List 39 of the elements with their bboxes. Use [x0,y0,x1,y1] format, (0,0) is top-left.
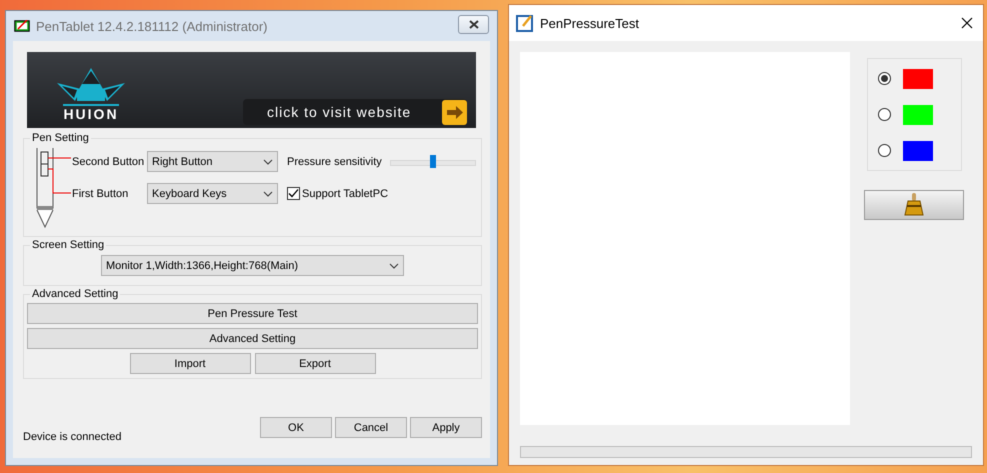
logo-text: HUION [63,107,119,121]
website-link[interactable]: click to visit website [243,99,467,125]
pressure-slider[interactable] [390,154,476,168]
dropdown[interactable]: Right Button [147,151,278,172]
dropdown[interactable]: Keyboard Keys [147,183,278,204]
radio-button[interactable] [878,144,890,157]
group-title: Advanced Setting [31,288,120,300]
radio-button[interactable] [878,108,890,121]
close-button[interactable] [458,14,489,34]
wide-button[interactable]: Advanced Setting [27,328,478,349]
group-title: Pen Setting [31,132,90,144]
broom-icon [903,193,925,217]
checkbox[interactable] [287,187,300,200]
radio-button[interactable] [878,72,890,85]
dialog-button[interactable]: Apply [410,417,482,438]
status-text: Device is connected [23,431,122,443]
chevron-icon [263,158,273,164]
dialog-button[interactable]: OK [260,417,332,438]
checkbox-label: Support TabletPC [302,188,388,200]
small-button[interactable]: Export [254,353,376,374]
small-button[interactable]: Import [130,353,250,374]
wide-button[interactable]: Pen Pressure Test [27,303,478,324]
field-label: Second Button [72,156,146,168]
app-icon [14,20,30,32]
field-label: First Button [72,188,130,200]
close-icon[interactable] [961,17,973,29]
slider-thumb[interactable] [430,154,436,168]
window-title: PenPressureTest [540,16,640,30]
crown-logo-icon [55,67,127,107]
chevron-icon [263,190,273,196]
group-title: Screen Setting [31,239,106,251]
slider-label: Pressure sensitivity [287,156,382,168]
close-icon [468,20,480,28]
dialog-button[interactable]: Cancel [335,417,407,438]
monitor-dropdown[interactable]: Monitor 1,Width:1366,Height:768(Main) [101,255,404,276]
chevron-icon [389,262,399,268]
pencil-note-icon [516,14,534,32]
clear-button[interactable] [864,190,964,220]
window-title: PenTablet 12.4.2.181112 (Administrator) [36,18,268,34]
